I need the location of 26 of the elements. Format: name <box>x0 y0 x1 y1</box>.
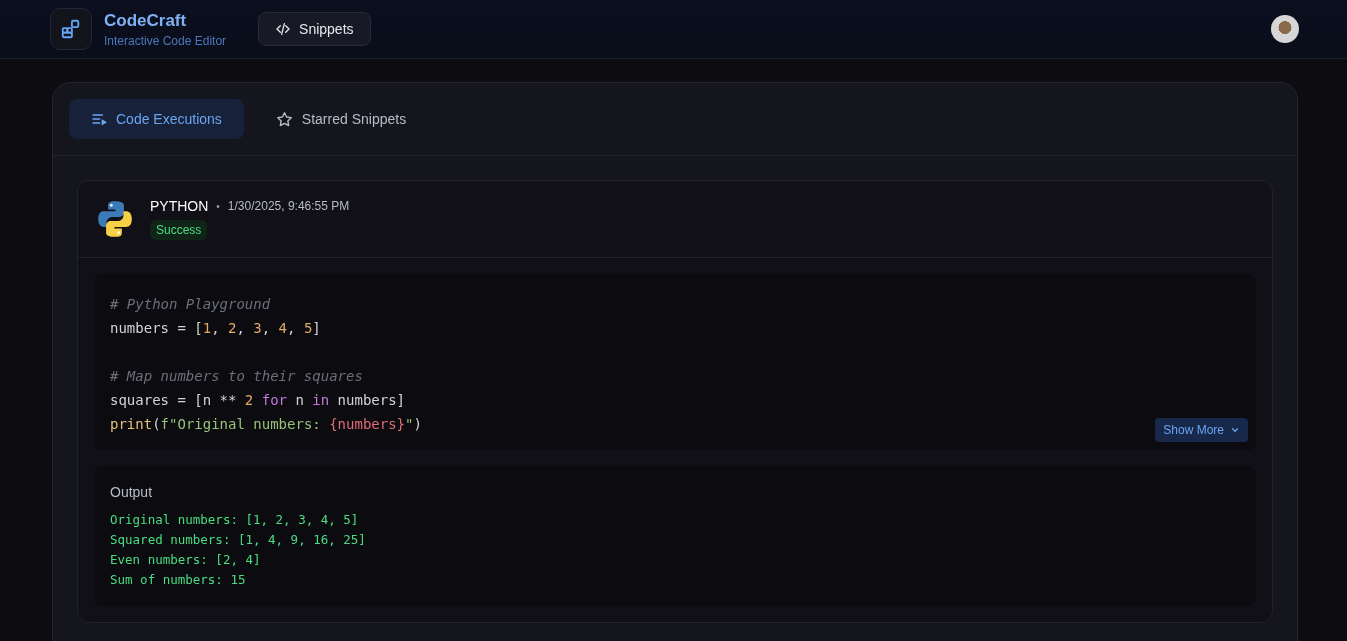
code-line: numbers = [1, 2, 3, 4, 5] <box>110 319 321 338</box>
output-line: Original numbers: [1, 2, 3, 4, 5] <box>110 511 360 529</box>
app-name: CodeCraft <box>104 10 188 31</box>
chevron-down-icon <box>1230 425 1240 435</box>
list-play-icon <box>91 111 107 127</box>
tab[interactable]: Starred Snippets <box>253 99 429 139</box>
code-line: # Map numbers to their squares <box>110 367 363 386</box>
tab[interactable]: Code Executions <box>69 99 244 139</box>
output-line: Sum of numbers: 15 <box>110 571 247 589</box>
timestamp: 1/30/2025, 9:46:55 PM <box>227 199 350 213</box>
output-line: Even numbers: [2, 4] <box>110 551 262 569</box>
status-badge: Success <box>150 220 208 240</box>
separator-dot: • <box>216 200 220 212</box>
output-title: Output <box>110 484 154 500</box>
tagline: Interactive Code Editor <box>104 33 227 48</box>
output-line: Squared numbers: [1, 4, 9, 16, 25] <box>110 531 367 549</box>
avatar[interactable] <box>1271 15 1299 43</box>
code-icon <box>275 21 292 37</box>
language-label: PYTHON <box>150 198 209 214</box>
code-line: # Python Playground <box>110 295 271 314</box>
logo-icon <box>50 8 92 50</box>
snippets-button[interactable]: Snippets <box>258 12 371 46</box>
show-more-button[interactable]: Show More <box>1155 418 1248 442</box>
star-icon <box>275 110 293 128</box>
code-line: print(f"Original numbers: {numbers}") <box>110 415 422 434</box>
code-line: squares = [n ** 2 for n in numbers] <box>110 391 406 410</box>
